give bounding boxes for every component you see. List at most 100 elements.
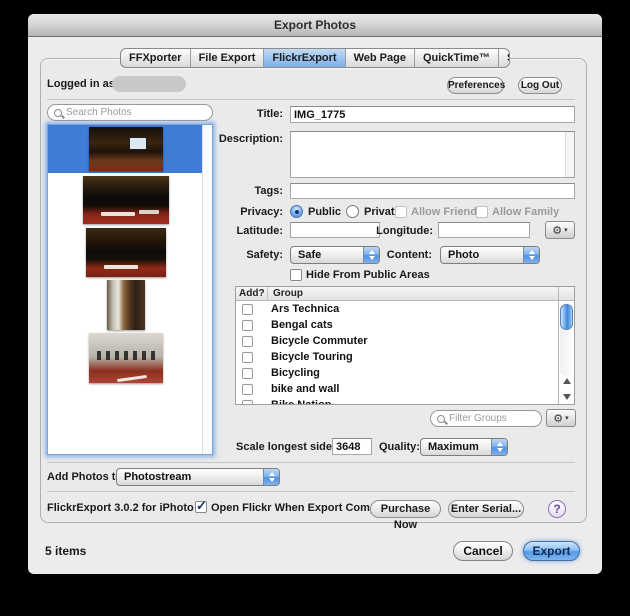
- longitude-label: Longitude:: [376, 225, 433, 237]
- group-row[interactable]: bike and wall: [236, 381, 558, 397]
- privacy-public-label: Public: [308, 206, 342, 218]
- column-add[interactable]: Add?: [236, 287, 268, 300]
- group-add-checkbox[interactable]: [242, 351, 253, 363]
- open-flickr-label: Open Flickr When Export Complete: [211, 502, 396, 514]
- description-input[interactable]: [291, 132, 574, 177]
- allow-friends-label: Allow Friends: [411, 206, 484, 218]
- search-photos-field[interactable]: [47, 104, 213, 121]
- allow-friends-checkbox[interactable]: [395, 206, 407, 218]
- content-label: Content:: [386, 249, 432, 261]
- content-value: Photo: [448, 249, 480, 261]
- open-flickr-checkbox[interactable]: [195, 498, 207, 514]
- title-bar[interactable]: Export Photos: [28, 14, 602, 37]
- tab-web-page[interactable]: Web Page: [346, 49, 415, 67]
- groups-table[interactable]: Add? Group Ars Technica Bengal cats Bicy…: [235, 286, 575, 405]
- cancel-button[interactable]: Cancel: [453, 541, 513, 561]
- group-row[interactable]: Bengal cats: [236, 317, 558, 333]
- group-add-checkbox[interactable]: [242, 367, 253, 379]
- add-photos-to-value: Photostream: [124, 471, 192, 483]
- help-button[interactable]: ?: [548, 500, 566, 518]
- popup-stepper-icon: [263, 469, 279, 485]
- photo-row[interactable]: [48, 331, 203, 385]
- screenshot-stage: Export Photos FFXporter File Export Flic…: [0, 0, 630, 616]
- chevron-down-icon: ▾: [564, 226, 568, 234]
- group-add-checkbox[interactable]: [242, 399, 253, 404]
- hide-from-public-checkbox[interactable]: [290, 269, 302, 281]
- quality-popup[interactable]: Maximum: [420, 438, 508, 456]
- safety-popup[interactable]: Safe: [290, 246, 380, 264]
- export-tab-bar: FFXporter File Export FlickrExport Web P…: [120, 48, 510, 68]
- items-count: 5 items: [45, 544, 87, 558]
- safety-label: Safety:: [246, 249, 283, 261]
- group-add-checkbox[interactable]: [242, 383, 253, 395]
- purchase-now-button[interactable]: Purchase Now: [370, 500, 441, 531]
- filter-groups-field[interactable]: [430, 410, 542, 427]
- group-row[interactable]: Bicycle Commuter: [236, 333, 558, 349]
- groups-table-header[interactable]: Add? Group: [236, 287, 558, 301]
- quality-value: Maximum: [428, 441, 479, 453]
- export-button[interactable]: Export: [523, 541, 580, 561]
- tab-quicktime[interactable]: QuickTime™: [415, 49, 500, 67]
- photo-thumbnail-4: [106, 280, 145, 330]
- scroll-up-icon[interactable]: [563, 378, 571, 384]
- photo-thumbnail-2: [82, 175, 169, 224]
- logged-in-label: Logged in as: [47, 78, 115, 90]
- chevron-down-icon: ▾: [565, 414, 569, 422]
- tags-label: Tags:: [254, 185, 283, 197]
- group-row[interactable]: Bicycling: [236, 365, 558, 381]
- allow-family-label: Allow Family: [492, 206, 560, 218]
- group-row[interactable]: Ars Technica: [236, 301, 558, 317]
- tab-slideshow[interactable]: Slideshow: [499, 49, 509, 67]
- tab-file-export[interactable]: File Export: [191, 49, 265, 67]
- privacy-private-radio[interactable]: [346, 205, 359, 218]
- longitude-input[interactable]: [438, 222, 530, 238]
- photo-list[interactable]: [47, 124, 213, 455]
- allow-family-checkbox[interactable]: [476, 206, 488, 218]
- tab-flickrexport[interactable]: FlickrExport: [264, 49, 346, 67]
- group-add-checkbox[interactable]: [242, 319, 253, 331]
- groups-scrollbar[interactable]: [558, 287, 574, 404]
- tags-input[interactable]: [290, 183, 575, 199]
- tab-ffxporter[interactable]: FFXporter: [121, 49, 191, 67]
- hide-from-public-label: Hide From Public Areas: [306, 269, 430, 281]
- location-gear-button[interactable]: ⚙ ▾: [545, 221, 575, 239]
- scroll-down-icon[interactable]: [563, 394, 571, 400]
- photo-thumbnail-3: [85, 228, 166, 277]
- scale-input[interactable]: [332, 438, 372, 455]
- title-input[interactable]: [290, 106, 575, 123]
- groups-gear-button[interactable]: ⚙ ▾: [546, 409, 576, 427]
- quality-label: Quality:: [379, 441, 420, 453]
- photo-row[interactable]: [48, 173, 203, 226]
- safety-value: Safe: [298, 249, 322, 261]
- description-scrollbar[interactable]: [565, 132, 574, 177]
- group-row[interactable]: Bicycle Touring: [236, 349, 558, 365]
- title-label: Title:: [256, 108, 283, 120]
- preferences-button[interactable]: Preferences: [447, 77, 505, 94]
- scrollbar-thumb[interactable]: [560, 304, 573, 330]
- window-title: Export Photos: [273, 18, 356, 32]
- group-row[interactable]: Bike Nation: [236, 397, 558, 404]
- enter-serial-button[interactable]: Enter Serial...: [448, 500, 524, 518]
- popup-stepper-icon: [491, 439, 507, 455]
- privacy-public-radio[interactable]: [290, 205, 303, 218]
- photo-row[interactable]: [48, 279, 203, 331]
- search-photos-input[interactable]: [66, 107, 206, 118]
- photo-thumbnail-5: [88, 333, 163, 383]
- latitude-input[interactable]: [290, 222, 380, 238]
- group-add-checkbox[interactable]: [242, 303, 253, 315]
- photo-row-selected[interactable]: [48, 125, 203, 173]
- privacy-label: Privacy:: [240, 206, 283, 218]
- filter-groups-input[interactable]: [449, 413, 535, 424]
- account-separator: [47, 99, 575, 100]
- column-group[interactable]: Group: [268, 287, 558, 300]
- add-photos-to-popup[interactable]: Photostream: [116, 468, 280, 486]
- content-popup[interactable]: Photo: [440, 246, 540, 264]
- export-photos-dialog: Export Photos FFXporter File Export Flic…: [28, 14, 602, 574]
- add-photos-to-label: Add Photos to:: [47, 471, 126, 483]
- popup-stepper-icon: [363, 247, 379, 263]
- log-out-button[interactable]: Log Out: [518, 77, 562, 94]
- photo-row[interactable]: [48, 226, 203, 279]
- photo-list-scrollbar[interactable]: [202, 125, 212, 454]
- search-icon: [54, 108, 62, 117]
- group-add-checkbox[interactable]: [242, 335, 253, 347]
